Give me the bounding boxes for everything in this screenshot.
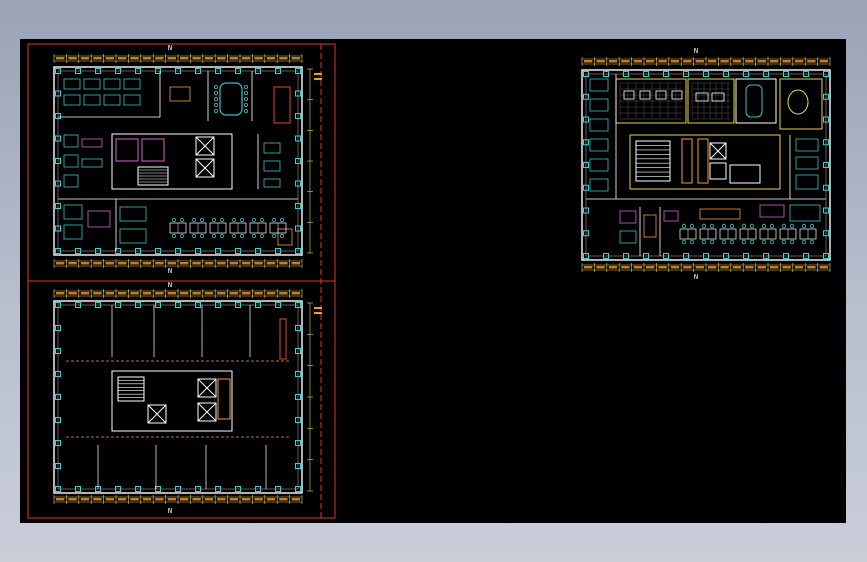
north-marker: N (694, 47, 698, 55)
dimension-chain-top (53, 289, 303, 298)
stair-treads (138, 166, 168, 186)
conference-room-table (213, 82, 248, 116)
grid-lines (66, 305, 290, 489)
dimension-chain-bottom (53, 259, 303, 268)
north-marker: N (168, 44, 172, 52)
sheet-frame-left (27, 43, 336, 519)
north-marker: N (694, 273, 698, 281)
floor-plan-lower-left[interactable]: N N (53, 281, 322, 515)
dimension-chain-side (307, 302, 322, 492)
dimension-chain-bottom (53, 495, 303, 504)
north-marker: N (168, 267, 172, 275)
north-marker: N (168, 507, 172, 515)
structural-columns (55, 302, 301, 492)
dimension-chain-top (53, 54, 303, 63)
dimension-chain-top (581, 57, 831, 66)
workstations (589, 78, 821, 244)
dimension-chain-bottom (581, 263, 831, 272)
cad-viewport[interactable]: N N N N N N (20, 39, 846, 523)
stair-treads (636, 140, 670, 182)
open-office-desks (169, 217, 287, 239)
dimension-chain-side (307, 68, 322, 254)
open-office-desks (679, 223, 817, 245)
floor-plan-upper-left[interactable]: N N (53, 44, 322, 275)
meeting-rooms (615, 78, 823, 130)
cad-drawing-canvas[interactable]: N N N N N N (20, 39, 846, 523)
north-marker: N (168, 281, 172, 289)
stair-treads (118, 376, 144, 402)
floor-plan-right[interactable]: N N (581, 47, 831, 281)
building-core (111, 133, 233, 190)
